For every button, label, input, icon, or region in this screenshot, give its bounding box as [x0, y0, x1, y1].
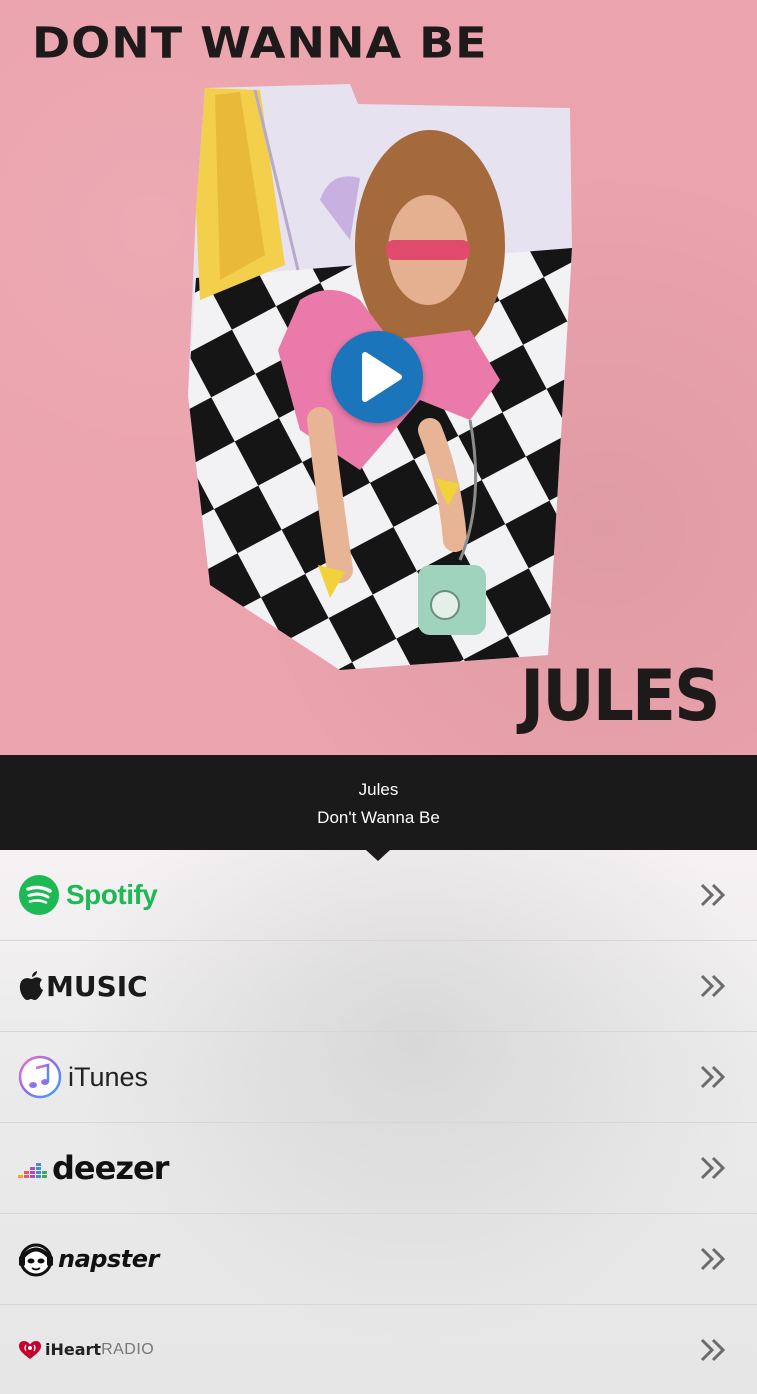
cover-artist-art: JULES [520, 655, 721, 737]
track-title: Don't Wanna Be [317, 808, 440, 827]
double-chevron-right-icon [700, 883, 726, 907]
service-row-napster[interactable]: napster [0, 1214, 757, 1305]
service-row-spotify[interactable]: Spotify [0, 850, 757, 941]
napster-label: napster [58, 1245, 159, 1273]
album-cover: DONT WANNA BE JULES [0, 0, 757, 755]
double-chevron-right-icon [700, 1065, 726, 1089]
service-list: Spotify MUSIC iTunes deezer napster iHea… [0, 850, 757, 1394]
iheart-label-bold: iHeart [45, 1340, 102, 1359]
service-row-itunes[interactable]: iTunes [0, 1032, 757, 1123]
service-row-apple-music[interactable]: MUSIC [0, 941, 757, 1032]
itunes-label: iTunes [68, 1061, 149, 1092]
double-chevron-right-icon [700, 1156, 726, 1180]
iheart-label-light: RADIO [101, 1340, 155, 1358]
napster-logo: napster [18, 1214, 159, 1304]
pointer-arrow [366, 850, 390, 861]
track-info-bar: Jules Don't Wanna Be [0, 755, 757, 861]
service-row-deezer[interactable]: deezer [0, 1123, 757, 1214]
itunes-logo: iTunes [18, 1032, 148, 1122]
double-chevron-right-icon [700, 974, 726, 998]
cover-title-art: DONT WANNA BE [32, 18, 488, 68]
double-chevron-right-icon [700, 1247, 726, 1271]
apple-icon [19, 971, 43, 1000]
napster-icon [19, 1243, 53, 1277]
track-artist: Jules [358, 780, 399, 799]
iheartradio-logo: iHeart RADIO [18, 1305, 154, 1394]
itunes-icon [18, 1055, 62, 1099]
service-row-iheartradio[interactable]: iHeart RADIO [0, 1305, 757, 1394]
play-button[interactable] [331, 331, 423, 423]
deezer-label: deezer [52, 1149, 169, 1187]
iheart-icon [19, 1340, 41, 1359]
play-icon [362, 352, 402, 402]
apple-music-logo: MUSIC [18, 941, 148, 1031]
deezer-icon [18, 1163, 47, 1178]
spotify-logo: Spotify [18, 850, 158, 940]
spotify-label: Spotify [66, 879, 158, 910]
double-chevron-right-icon [700, 1338, 726, 1361]
deezer-logo: deezer [18, 1123, 169, 1213]
spotify-icon [19, 875, 59, 915]
apple-music-label: MUSIC [46, 969, 148, 1003]
